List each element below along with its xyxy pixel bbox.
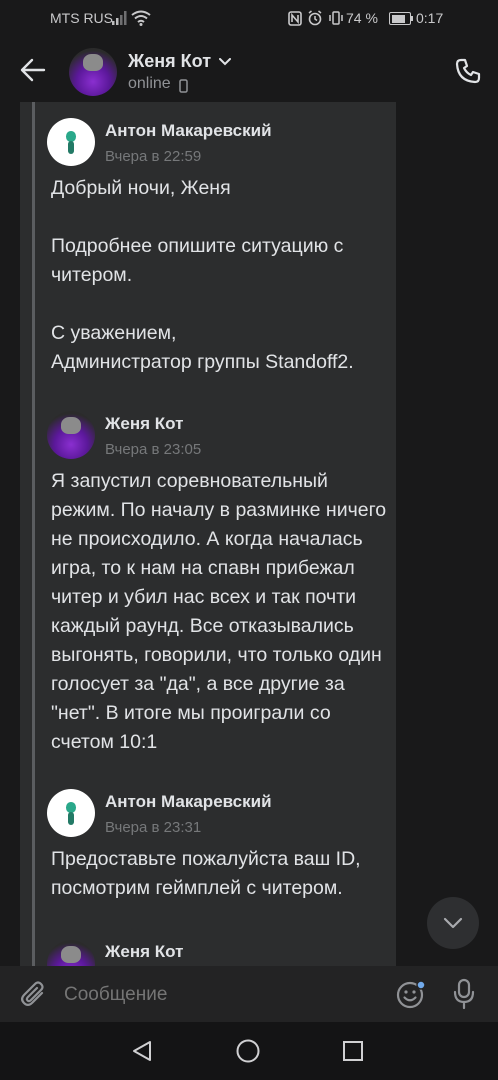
battery-percent: 74 % [346,10,378,26]
message-text: Добрый ночи, Женя Подробнее опишите ситу… [51,177,354,373]
microphone-icon[interactable] [452,978,476,1010]
message-avatar[interactable] [47,940,95,966]
battery-icon [389,12,413,25]
signal-icon [112,11,127,25]
chat-header: Женя Кот online [0,38,498,102]
contact-name[interactable]: Женя Кот [128,51,211,72]
wifi-icon [131,10,151,26]
system-navigation-bar [0,1022,498,1080]
message-author[interactable]: Женя Кот [105,942,183,962]
vibrate-icon [329,11,343,25]
emoji-icon[interactable] [396,980,426,1010]
message-input[interactable] [62,978,376,1012]
nav-recents-icon[interactable] [343,1041,363,1061]
mobile-device-icon [179,79,188,93]
status-bar: MTS RUS 74 % 0:17 [0,0,498,38]
message-avatar[interactable] [47,789,95,837]
attach-icon[interactable] [20,980,48,1008]
alarm-icon [308,10,322,26]
clock: 0:17 [416,10,444,26]
chevron-down-icon[interactable] [219,58,231,66]
back-arrow-icon[interactable] [20,58,46,82]
message-time: Вчера в 23:31 [105,819,202,836]
message-time: Вчера в 23:05 [105,441,202,458]
message-text: Предоставьте пожалуйста ваш ID, посмотри… [51,848,361,899]
nav-home-icon[interactable] [236,1039,260,1063]
carrier-label: MTS RUS [50,10,113,26]
message-avatar[interactable] [47,411,95,459]
forward-indicator-line [32,102,35,966]
message-avatar[interactable] [47,118,95,166]
message-composer [0,966,498,1022]
contact-status: online [128,75,171,92]
message-text: Я запустил соревновательный режим. По на… [51,470,387,753]
message-author[interactable]: Женя Кот [105,414,183,434]
contact-avatar[interactable] [69,48,117,96]
message-author[interactable]: Антон Макаревский [105,792,272,812]
nav-back-icon[interactable] [131,1040,153,1062]
nfc-icon [288,11,302,26]
phone-icon[interactable] [454,57,482,85]
scroll-down-button[interactable] [427,897,479,949]
chevron-down-icon [443,917,463,929]
partial-message: Женя Кот [20,930,396,966]
message-author[interactable]: Антон Макаревский [105,121,272,141]
message-time: Вчера в 22:59 [105,148,202,165]
